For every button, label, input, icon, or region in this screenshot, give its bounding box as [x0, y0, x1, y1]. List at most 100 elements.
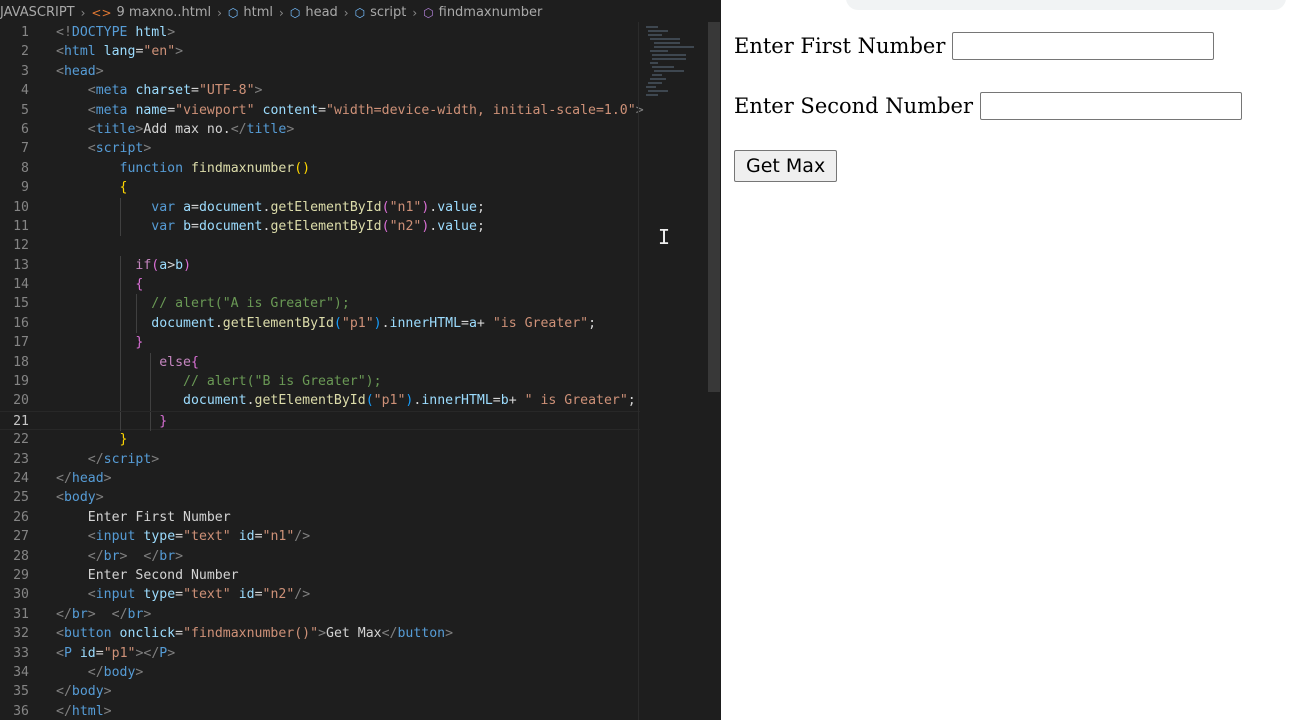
code-token: DOCTYPE	[71, 25, 128, 40]
code-line[interactable]: 13 if(a>b)	[0, 255, 640, 276]
code-line[interactable]: 26 Enter First Number	[0, 508, 640, 527]
cube-icon: ⬡	[289, 5, 301, 20]
editor-scrollbar[interactable]	[708, 22, 720, 392]
breadcrumb-item[interactable]: ⬡ findmaxnumber	[423, 5, 542, 20]
code-line[interactable]: 11 var b=document.getElementById("n2").v…	[0, 216, 640, 237]
breadcrumb-item[interactable]: ⬡ head	[290, 5, 338, 20]
code-lines[interactable]: 1 <!DOCTYPE html> 2 <html lang="en"> 3 <head>…	[0, 23, 644, 720]
breadcrumb-item[interactable]: ⬡ script	[355, 5, 407, 20]
code-line[interactable]: 29 Enter Second Number	[0, 566, 640, 585]
code-token: =	[191, 218, 199, 234]
code-token: value	[437, 199, 477, 215]
code-token: "width=device-width, initial-scale=1.0"	[326, 102, 636, 118]
code-line[interactable]: 3 <head>	[0, 62, 640, 81]
code-line[interactable]: 36 </html>	[0, 702, 640, 720]
code-line[interactable]: 7 <script>	[0, 139, 640, 158]
code-token: </	[111, 606, 128, 622]
code-line[interactable]: 8 function findmaxnumber()	[0, 159, 640, 178]
code-line[interactable]: 31 </br> </br>	[0, 605, 640, 624]
second-number-input[interactable]	[980, 91, 1243, 120]
breadcrumb-item[interactable]: <> 9 maxno..html	[91, 5, 211, 20]
code-line[interactable]: 14 {	[0, 275, 640, 295]
browser-address-bar[interactable]	[846, 0, 1286, 10]
text-cursor-icon: I	[658, 225, 671, 249]
code-line[interactable]: 27 <input type="text" id="n1"/>	[0, 527, 640, 546]
code-line[interactable]: 19 // alert("B is Greater");	[0, 372, 640, 392]
first-number-input[interactable]	[952, 31, 1215, 60]
code-line[interactable]: 5 <meta name="viewport" content="width=d…	[0, 101, 644, 120]
code-line[interactable]: 35 </body>	[0, 682, 640, 701]
code-token: >	[95, 490, 104, 506]
code-text: // alert("A is Greater");	[56, 294, 350, 313]
code-token: =	[175, 587, 184, 603]
code-line[interactable]: 33 <P id="p1"></P>	[0, 644, 640, 663]
breadcrumb-item[interactable]: JAVASCRIPT	[0, 5, 75, 20]
code-token: >	[143, 606, 152, 622]
code-editor[interactable]: JAVASCRIPT › <> 9 maxno..html › ⬡ html › ⬡ head › ⬡…	[0, 0, 721, 720]
code-line[interactable]: 17 }	[0, 333, 640, 353]
code-line[interactable]: 6 <title>Add max no.</title>	[0, 120, 640, 139]
code-line[interactable]: 15 // alert("A is Greater");	[0, 294, 640, 314]
code-line[interactable]: 34 </body>	[0, 663, 640, 682]
code-line[interactable]: 2 <html lang="en">	[0, 42, 640, 61]
breadcrumb-label: script	[370, 5, 407, 20]
code-line[interactable]: 4 <meta charset="UTF-8">	[0, 81, 640, 100]
code-line[interactable]: 12	[0, 236, 640, 255]
code-line[interactable]: 30 <input type="text" id="n2"/>	[0, 585, 640, 604]
line-number: 24	[13, 470, 29, 486]
code-token: </	[56, 606, 72, 622]
code-text: </br> </br>	[56, 547, 183, 566]
code-token: head	[63, 63, 96, 79]
get-max-button[interactable]: Get Max	[734, 149, 838, 182]
code-token: "n2"	[389, 218, 422, 234]
code-line[interactable]: 28 </br> </br>	[0, 547, 640, 566]
code-line[interactable]: 32 <button onclick="findmaxnumber()">Get …	[0, 624, 640, 643]
code-line[interactable]: 1 <!DOCTYPE html>	[0, 23, 640, 42]
line-number: 22	[13, 432, 29, 448]
code-text: }	[56, 412, 167, 431]
code-line[interactable]: 20 document.getElementById("p1").innerHT…	[0, 391, 640, 411]
code-token: }	[135, 335, 144, 351]
minimap[interactable]	[640, 22, 708, 102]
code-token: =	[175, 529, 184, 545]
code-line[interactable]: 25 <body>	[0, 488, 640, 507]
code-line[interactable]: 24 </head>	[0, 469, 640, 488]
code-token: innerHTML	[421, 393, 493, 409]
breadcrumb-separator-icon: ›	[343, 5, 349, 20]
code-token: <!	[56, 25, 72, 40]
code-token: (	[365, 393, 374, 409]
code-text: </head>	[56, 469, 112, 488]
code-line[interactable]: 21 }	[0, 410, 640, 432]
breadcrumb-item[interactable]: ⬡ html	[228, 5, 273, 20]
minimap-line	[652, 54, 686, 56]
code-token: </	[87, 664, 104, 680]
code-line[interactable]: 18 else{	[0, 352, 640, 373]
code-token: =	[254, 529, 263, 545]
code-line[interactable]: 9 {	[0, 178, 640, 197]
line-number: 32	[13, 626, 29, 642]
code-line[interactable]: 10 var a=document.getElementById("n1").v…	[0, 197, 640, 217]
code-token: .	[246, 393, 255, 409]
code-text: // alert("B is Greater");	[56, 372, 382, 391]
code-token: getElementById	[254, 393, 366, 409]
code-token: "p1"	[373, 393, 406, 409]
code-token: =	[167, 102, 176, 118]
code-line[interactable]: 23 </script>	[0, 450, 640, 469]
breadcrumb-separator-icon: ›	[279, 5, 284, 20]
code-text: </body>	[56, 663, 144, 682]
code-token: charset	[135, 83, 192, 99]
code-token: >	[135, 664, 144, 680]
code-token: <	[56, 44, 64, 60]
code-line[interactable]: 22 }	[0, 430, 640, 449]
code-line[interactable]: 16 document.getElementById("p1").innerHT…	[0, 313, 640, 334]
line-number: 35	[13, 684, 29, 700]
code-token: =	[492, 393, 501, 409]
line-number: 18	[13, 354, 29, 370]
